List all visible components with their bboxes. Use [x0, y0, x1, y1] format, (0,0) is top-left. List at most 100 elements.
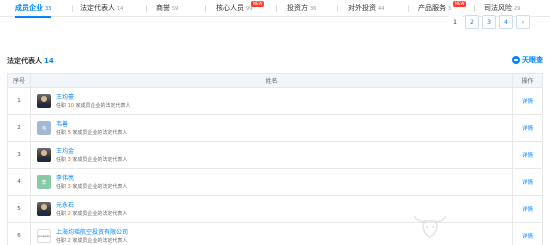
role-description: 任职 2 家成员企业的法定代表人 [56, 237, 128, 245]
tab-core-staff[interactable]: 核心人员 99 NEW [216, 0, 265, 17]
tianyancha-logo-icon [512, 56, 520, 64]
tab-label: 产品服务 [418, 4, 446, 12]
person-name-link[interactable]: 韦善 [56, 120, 127, 129]
tab-investors[interactable]: 投资方 36 [287, 0, 316, 17]
role-prefix: 任职 [56, 183, 68, 190]
role-suffix: 家成员企业的法定代表人 [70, 156, 128, 163]
tab-label: 投资方 [287, 4, 308, 12]
tab-label: 法定代表人 [80, 4, 115, 12]
tab-count: 59 [172, 6, 179, 12]
role-description: 任职 10 家成员企业的法定代表人 [56, 102, 131, 110]
person-cell: 王均豪 任职 10 家成员企业的法定代表人 [31, 93, 512, 110]
avatar-photo[interactable] [37, 202, 51, 216]
person-info: 上海均瑶航空投资有限公司 任职 2 家成员企业的法定代表人 [56, 228, 128, 245]
person-name-link[interactable]: 王均豪 [56, 93, 131, 102]
role-description: 任职 3 家成员企业的法定代表人 [56, 156, 127, 164]
op-cell: 详情 [512, 114, 543, 142]
row-index: 4 [7, 168, 31, 196]
name-cell: 王均豪 任职 10 家成员企业的法定代表人 [30, 87, 513, 115]
tab-count: 36 [310, 6, 317, 12]
person-info: 王均豪 任职 10 家成员企业的法定代表人 [56, 93, 131, 110]
role-prefix: 任职 [56, 237, 68, 244]
details-link[interactable]: 详情 [522, 234, 533, 240]
tab-count: 44 [378, 6, 385, 12]
tab-label: 核心人员 [216, 4, 244, 12]
next-page-button[interactable]: › [516, 15, 530, 29]
section-count: 14 [44, 57, 54, 65]
tab-legal-representative[interactable]: 法定代表人 14 [80, 0, 123, 17]
person-cell: 李李伟亮 任职 3 家成员企业的法定代表人 [31, 174, 512, 191]
header-name: 姓名 [30, 73, 513, 88]
role-prefix: 任职 [56, 129, 68, 136]
new-badge: NEW [251, 1, 265, 7]
role-suffix: 家成员企业的法定代表人 [70, 183, 128, 190]
person-name-link[interactable]: 王均金 [56, 147, 127, 156]
tab-divider [474, 5, 475, 12]
person-info: 元永石 任职 2 家成员企业的法定代表人 [56, 201, 127, 218]
details-link[interactable]: 详情 [522, 99, 533, 105]
details-link[interactable]: 详情 [522, 180, 533, 186]
person-info: 韦善 任职 5 家成员企业的法定代表人 [56, 120, 127, 137]
row-index: 2 [7, 114, 31, 142]
tab-label: 对外投资 [348, 4, 376, 12]
tab-count: 29 [514, 6, 521, 12]
person-name-link[interactable]: 李伟亮 [56, 174, 127, 183]
header-op: 操作 [512, 73, 543, 88]
details-link[interactable]: 详情 [522, 207, 533, 213]
new-badge: NEW [453, 1, 467, 7]
tab-member-companies[interactable]: 成员企业 33 [15, 0, 52, 18]
row-index: 1 [7, 87, 31, 115]
person-name-link[interactable]: 上海均瑶航空投资有限公司 [56, 228, 128, 237]
name-cell: 王均金 任职 3 家成员企业的法定代表人 [30, 141, 513, 169]
legal-representative-table: 序号 姓名 操作 1 王均豪 任职 10 家成员企业的法定代表人 详情 2 韦韦善 任职 5… [7, 73, 543, 245]
tab-outbound-investment[interactable]: 对外投资 44 [348, 0, 384, 17]
page-4-button[interactable]: 4 [499, 15, 513, 29]
avatar-initial[interactable]: 韦 [37, 121, 51, 135]
role-prefix: 任职 [56, 102, 68, 109]
person-name-link[interactable]: 元永石 [56, 201, 127, 210]
role-suffix: 家成员企业的法定代表人 [70, 129, 128, 136]
details-link[interactable]: 详情 [522, 153, 533, 159]
brand-logo[interactable]: 天眼查 [512, 55, 543, 65]
op-cell: 详情 [512, 168, 543, 196]
page-2-button[interactable]: 2 [465, 15, 479, 29]
avatar-photo[interactable] [37, 94, 51, 108]
section-title-label: 法定代表人 [7, 57, 42, 65]
person-info: 李伟亮 任职 3 家成员企业的法定代表人 [56, 174, 127, 191]
role-prefix: 任职 [56, 210, 68, 217]
tab-divider [337, 5, 338, 12]
page-1-button[interactable]: 1 [448, 15, 462, 29]
tab-divider [72, 5, 73, 12]
role-prefix: 任职 [56, 156, 68, 163]
tab-divider [146, 5, 147, 12]
row-index: 5 [7, 195, 31, 223]
tab-goodwill[interactable]: 商誉 59 [156, 0, 178, 17]
name-cell: 李李伟亮 任职 3 家成员企业的法定代表人 [30, 168, 513, 196]
table-row: 2 韦韦善 任职 5 家成员企业的法定代表人 详情 [7, 114, 543, 142]
table-row: 5 元永石 任职 2 家成员企业的法定代表人 详情 [7, 195, 543, 223]
role-suffix: 家成员企业的法定代表人 [73, 102, 131, 109]
tab-count: 33 [45, 6, 52, 12]
table-row: 6 Juneyao 上海均瑶航空投资有限公司 任职 2 家成员企业的法定代表人 详情 [7, 222, 543, 245]
table-row: 4 李李伟亮 任职 3 家成员企业的法定代表人 详情 [7, 168, 543, 196]
header-index: 序号 [7, 73, 31, 88]
brand-label: 天眼查 [522, 56, 543, 64]
tab-divider [276, 5, 277, 12]
person-cell: 王均金 任职 3 家成员企业的法定代表人 [31, 147, 512, 164]
row-index: 6 [7, 222, 31, 245]
table-row: 1 王均豪 任职 10 家成员企业的法定代表人 详情 [7, 87, 543, 115]
person-cell: 韦韦善 任职 5 家成员企业的法定代表人 [31, 120, 512, 137]
tab-products[interactable]: 产品服务 3 NEW [418, 0, 467, 17]
tab-label: 商誉 [156, 4, 170, 12]
tab-label: 成员企业 [15, 4, 43, 12]
details-link[interactable]: 详情 [522, 126, 533, 132]
page-3-button[interactable]: 3 [482, 15, 496, 29]
op-cell: 详情 [512, 87, 543, 115]
avatar-photo[interactable] [37, 148, 51, 162]
role-description: 任职 5 家成员企业的法定代表人 [56, 129, 127, 137]
table-row: 3 王均金 任职 3 家成员企业的法定代表人 详情 [7, 141, 543, 169]
person-info: 王均金 任职 3 家成员企业的法定代表人 [56, 147, 127, 164]
tab-divider [205, 5, 206, 12]
avatar-initial[interactable]: 李 [37, 175, 51, 189]
company-logo[interactable]: Juneyao [37, 229, 51, 243]
